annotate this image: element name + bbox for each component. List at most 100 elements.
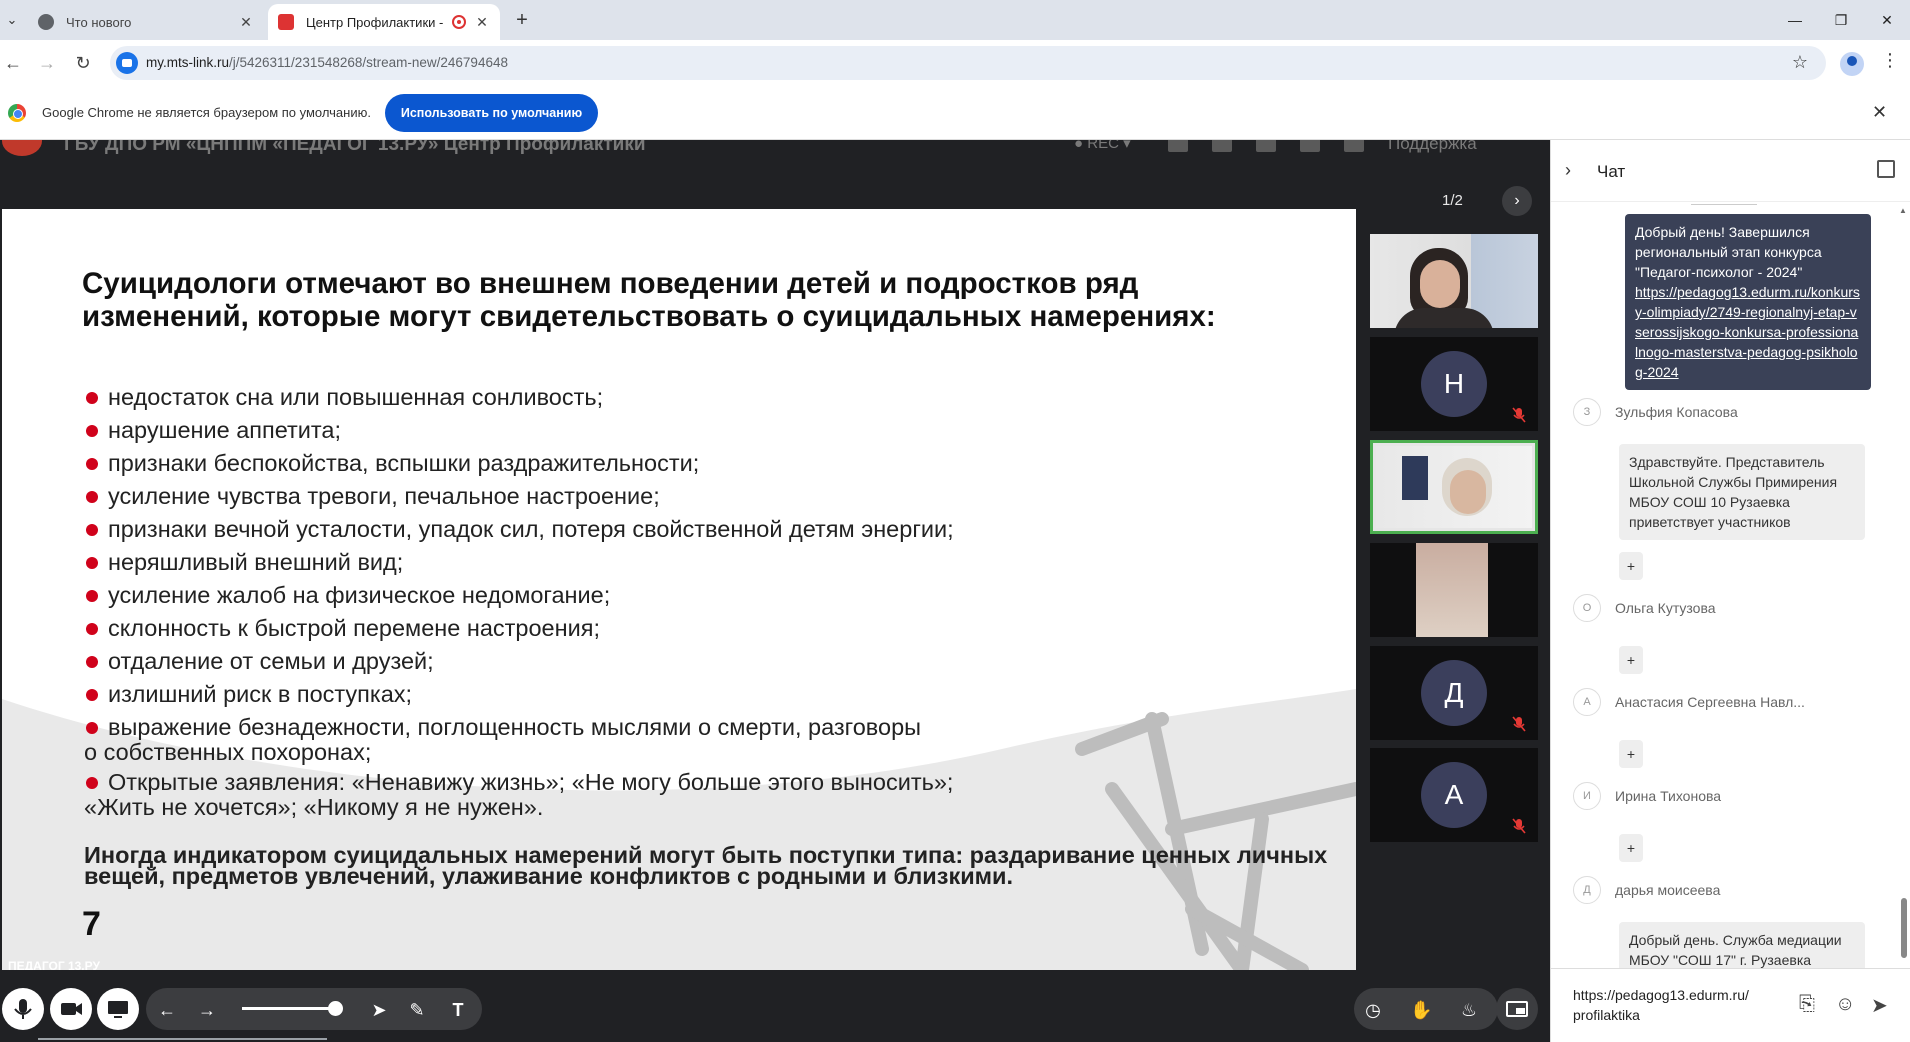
- materials-icon[interactable]: [1300, 140, 1320, 152]
- tab-search-chevron-icon[interactable]: ⌄: [2, 8, 22, 32]
- emoji-icon[interactable]: ☺: [1835, 993, 1855, 1016]
- scroll-thumb[interactable]: [1901, 898, 1907, 958]
- send-icon[interactable]: ➤: [1871, 993, 1888, 1018]
- slide-bullet-item: признаки вечной усталости, упадок сил, п…: [84, 515, 1144, 543]
- undo-arrow-icon[interactable]: ←: [156, 1000, 178, 1021]
- message-link[interactable]: https://pedagog13.edurm.ru/konkursy-olim…: [1635, 284, 1860, 380]
- bullet-text-continuation: «Жить не хочется»; «Никому я не нужен».: [84, 794, 544, 820]
- browser-menu-icon[interactable]: ⋮: [1880, 50, 1900, 71]
- pointer-cursor-icon[interactable]: ➤: [368, 1000, 390, 1021]
- participant-video-tile[interactable]: [1370, 234, 1538, 328]
- microphone-icon: [14, 999, 32, 1019]
- window-close-icon[interactable]: ✕: [1864, 0, 1910, 40]
- reload-icon[interactable]: ↻: [70, 50, 96, 76]
- back-arrow-icon[interactable]: ←: [0, 50, 26, 76]
- message-bubble: Добрый день. Служба медиации МБОУ "СОШ 1…: [1619, 922, 1865, 968]
- default-browser-infobar: Google Chrome не является браузером по у…: [0, 86, 1910, 140]
- site-info-icon[interactable]: [116, 52, 138, 74]
- slide-bullet-item: излишний риск в поступках;: [84, 680, 1144, 708]
- reaction-plus-button[interactable]: +: [1619, 552, 1643, 580]
- chat-input-area: https://pedagog13.edurm.ru/ profilaktika…: [1551, 968, 1910, 1042]
- chat-header: › Чат: [1551, 140, 1910, 202]
- slide-heading: Суицидологи отмечают во внешнем поведени…: [82, 267, 1216, 333]
- author-avatar: А: [1573, 688, 1601, 716]
- participant-video-tile[interactable]: [1370, 543, 1538, 637]
- profile-avatar-icon[interactable]: [1840, 52, 1864, 76]
- participants-icon[interactable]: [1256, 140, 1276, 152]
- slide-brand-logo: ПЕДАГОГ 13.РУ: [8, 959, 100, 970]
- stroke-size-slider[interactable]: [242, 1007, 338, 1010]
- restore-icon[interactable]: ❐: [1818, 0, 1864, 40]
- chat-scrollbar[interactable]: ▲: [1899, 206, 1909, 966]
- mic-muted-icon: [1512, 818, 1526, 834]
- slide-bullet-item: отдаление от семьи и друзей;: [84, 647, 1144, 675]
- new-tab-plus-icon[interactable]: +: [508, 6, 536, 34]
- link-icon[interactable]: [1344, 140, 1364, 152]
- camera-button[interactable]: [50, 988, 92, 1030]
- microphone-button[interactable]: [2, 988, 44, 1030]
- participant-avatar-tile[interactable]: А: [1370, 748, 1538, 842]
- participant-video-tile-speaking[interactable]: [1370, 440, 1538, 534]
- chat-messages[interactable]: Добрый день! Завершился региональный эта…: [1551, 202, 1910, 968]
- reaction-plus-button[interactable]: +: [1619, 740, 1643, 768]
- infobar-close-icon[interactable]: ✕: [1872, 102, 1887, 123]
- presentation-slide: Суицидологи отмечают во внешнем поведени…: [2, 209, 1356, 970]
- support-link[interactable]: Поддержка: [1388, 140, 1477, 154]
- chat-panel: › Чат Добрый день! Завершился региональн…: [1550, 140, 1910, 1042]
- author-avatar: З: [1573, 398, 1601, 426]
- author-avatar: И: [1573, 782, 1601, 810]
- tab-favicon-icon: [38, 14, 54, 30]
- collapse-chevron-icon[interactable]: ›: [1565, 160, 1571, 181]
- tab-close-icon[interactable]: ✕: [474, 14, 490, 31]
- tab-title: Что нового: [66, 14, 132, 30]
- author-avatar: О: [1573, 594, 1601, 622]
- stroke-size-slider-knob[interactable]: [328, 1001, 343, 1016]
- address-bar[interactable]: my.mts-link.ru/j/5426311/231548268/strea…: [110, 46, 1826, 80]
- next-page-chevron-icon[interactable]: ›: [1502, 186, 1532, 216]
- bookmark-star-icon[interactable]: ☆: [1792, 52, 1808, 73]
- minimize-icon[interactable]: —: [1772, 0, 1818, 40]
- popout-window-icon[interactable]: [1877, 160, 1895, 178]
- bullet-text: признаки вечной усталости, упадок сил, п…: [108, 516, 954, 542]
- slide-bullet-item: признаки беспокойства, вспышки раздражит…: [84, 449, 1144, 477]
- set-default-button[interactable]: Использовать по умолчанию: [385, 94, 598, 132]
- attach-paperclip-icon[interactable]: ⎘: [1799, 993, 1815, 1016]
- bullet-dot-icon: [86, 656, 98, 668]
- chat-toggle-icon[interactable]: [1212, 140, 1232, 152]
- redo-arrow-icon[interactable]: →: [196, 1000, 218, 1021]
- flame-reaction-icon[interactable]: ♨: [1458, 1000, 1480, 1021]
- pen-icon[interactable]: ✎: [406, 1000, 428, 1021]
- slide-bullet-item: склонность к быстрой перемене настроения…: [84, 614, 1144, 642]
- picture-in-picture-button[interactable]: [1496, 988, 1538, 1030]
- screen-share-button[interactable]: [97, 988, 139, 1030]
- webinar-controls-bar: ← → ➤ ✎ T ◷ ✋ ♨: [0, 972, 1550, 1042]
- tab-whats-new[interactable]: Что нового ✕: [28, 4, 264, 40]
- bullet-dot-icon: [86, 689, 98, 701]
- scroll-up-arrow-icon[interactable]: ▲: [1899, 206, 1907, 215]
- bullet-dot-icon: [86, 425, 98, 437]
- bullet-dot-icon: [86, 458, 98, 470]
- participant-avatar-tile[interactable]: Д: [1370, 646, 1538, 740]
- tab-webinar[interactable]: Центр Профилактики - МТ ✕: [268, 4, 500, 40]
- slide-bullet-item: выражение безнадежности, поглощенность м…: [84, 713, 1144, 764]
- text-tool-icon[interactable]: T: [447, 1000, 469, 1021]
- layout-icon[interactable]: [1168, 140, 1188, 152]
- author-name: Ольга Кутузова: [1615, 600, 1716, 616]
- tab-close-icon[interactable]: ✕: [238, 14, 254, 31]
- slide-bullet-item: усиление жалоб на физическое недомогание…: [84, 581, 1144, 609]
- forward-arrow-icon[interactable]: →: [34, 50, 60, 76]
- url-text[interactable]: my.mts-link.ru/j/5426311/231548268/strea…: [146, 55, 508, 70]
- slide-note: Иногда индикатором суицидальных намерени…: [84, 842, 1328, 889]
- recording-indicator-icon: [452, 15, 466, 29]
- timer-icon[interactable]: ◷: [1362, 1000, 1384, 1021]
- bullet-text: признаки беспокойства, вспышки раздражит…: [108, 450, 700, 476]
- rec-indicator[interactable]: ● REC ▾: [1074, 140, 1131, 152]
- participant-avatar-tile[interactable]: Н: [1370, 337, 1538, 431]
- chat-message-input[interactable]: https://pedagog13.edurm.ru/ profilaktika: [1573, 985, 1793, 1025]
- bullet-text: нарушение аппетита;: [108, 417, 342, 443]
- bullet-dot-icon: [86, 491, 98, 503]
- reaction-plus-button[interactable]: +: [1619, 834, 1643, 862]
- reaction-plus-button[interactable]: +: [1619, 646, 1643, 674]
- raise-hand-icon[interactable]: ✋: [1410, 1000, 1432, 1021]
- video-feed: [1416, 543, 1488, 637]
